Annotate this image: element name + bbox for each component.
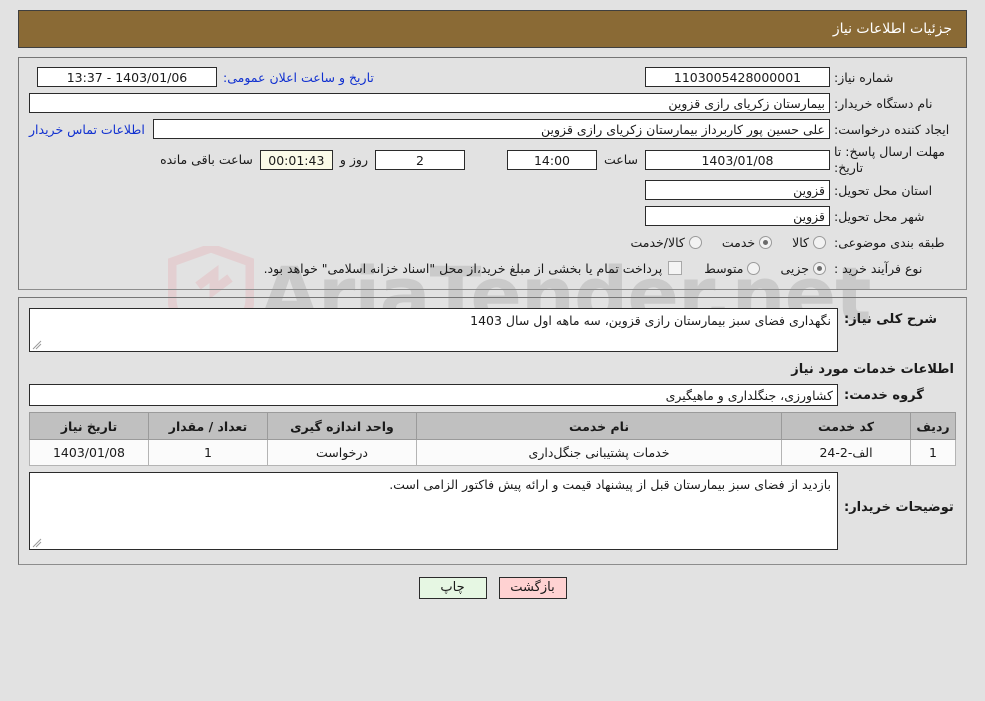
row-process-type: نوع فرآیند خرید : جزیی متوسط پرداخت تمام…	[29, 257, 956, 279]
creator-label: ایجاد کننده درخواست:	[834, 121, 950, 137]
back-button[interactable]: بازگشت	[498, 577, 567, 600]
announce-datetime-field[interactable]: 1403/01/06 - 13:37	[37, 67, 217, 87]
service-group-field[interactable]: کشاورزی، جنگلداری و ماهیگیری	[29, 384, 838, 407]
col-index: ردیف	[910, 412, 956, 441]
province-label: استان محل تحویل:	[834, 182, 933, 198]
row-service-group: گروه خدمت: کشاورزی، جنگلداری و ماهیگیری	[29, 384, 956, 407]
row-buyer-notes: توضیحات خریدار: بازدید از فضای سبز بیمار…	[29, 472, 956, 551]
row-category: طبقه بندی موضوعی: کالا خدمت کالا/خدمت	[29, 231, 956, 253]
radio-process-1-label: متوسط	[704, 260, 744, 276]
buyer-notes-textarea[interactable]: بازدید از فضای سبز بیمارستان قبل از پیشن…	[29, 472, 838, 551]
row-deadline: مهلت ارسال پاسخ: تا تاریخ: 1403/01/08 سا…	[29, 144, 956, 175]
treasury-docs-checkbox[interactable]	[668, 261, 683, 276]
col-unit: واحد اندازه گیری	[267, 412, 417, 441]
radio-category-2[interactable]	[688, 235, 702, 249]
radio-process-0[interactable]	[813, 261, 826, 275]
need-number-field[interactable]: 1103005428000001	[645, 67, 830, 87]
announce-datetime-label: تاریخ و ساعت اعلان عمومی:	[223, 69, 374, 85]
details-panel: شرح کلی نیاز: نگهداری فضای سبز بیمارستان…	[18, 297, 967, 566]
buyer-notes-value: بازدید از فضای سبز بیمارستان قبل از پیشن…	[389, 477, 831, 493]
cell-code: الف-2-24	[781, 439, 911, 467]
page-header: جزئیات اطلاعات نیاز	[18, 10, 967, 48]
days-label: روز و	[339, 152, 368, 168]
action-buttons: بازگشت چاپ	[18, 577, 967, 600]
table-row: 1 الف-2-24 خدمات پشتیبانی جنگل‌داری درخو…	[29, 439, 956, 467]
need-number-label: شماره نیاز:	[834, 69, 894, 85]
services-section-title: اطلاعات خدمات مورد نیاز	[791, 362, 954, 378]
radio-category-0[interactable]	[813, 235, 826, 249]
buyer-org-label: نام دستگاه خریدار:	[834, 95, 933, 111]
treasury-docs-label: پرداخت تمام یا بخشی از مبلغ خرید،از محل …	[263, 260, 663, 276]
process-radio-group: جزیی متوسط	[688, 261, 830, 276]
need-info-panel: شماره نیاز: 1103005428000001 تاریخ و ساع…	[18, 57, 967, 291]
general-desc-textarea[interactable]: نگهداری فضای سبز بیمارستان رازی قزوین، س…	[29, 308, 838, 353]
col-date: تاریخ نیاز	[29, 412, 149, 441]
radio-category-1[interactable]	[759, 235, 773, 249]
radio-category-2-label: کالا/خدمت	[630, 234, 685, 250]
city-label: شهر محل تحویل:	[834, 208, 925, 224]
countdown-timer: 00:01:43	[259, 149, 333, 170]
row-general-desc: شرح کلی نیاز: نگهداری فضای سبز بیمارستان…	[29, 308, 956, 353]
category-radio-group: کالا خدمت کالا/خدمت	[614, 235, 830, 250]
radio-process-1[interactable]	[747, 261, 761, 275]
process-label: نوع فرآیند خرید :	[834, 260, 923, 276]
row-need-number: شماره نیاز: 1103005428000001 تاریخ و ساع…	[29, 66, 956, 88]
remaining-days-field: 2	[374, 149, 465, 170]
creator-field[interactable]: علی حسین پور کاربرداز بیمارستان زکریای ر…	[152, 119, 830, 139]
row-province: استان محل تحویل: قزوین	[29, 179, 956, 201]
radio-process-0-label: جزیی	[780, 260, 809, 276]
items-table: ردیف کد خدمت نام خدمت واحد اندازه گیری ت…	[29, 412, 956, 467]
resize-grip-icon-2[interactable]	[32, 538, 42, 548]
deadline-hour-field[interactable]: 14:00	[506, 149, 597, 170]
row-buyer-org: نام دستگاه خریدار: بیمارستان زکریای رازی…	[29, 92, 956, 114]
province-field[interactable]: قزوین	[645, 180, 830, 201]
general-desc-value: نگهداری فضای سبز بیمارستان رازی قزوین، س…	[470, 313, 831, 329]
category-label: طبقه بندی موضوعی:	[834, 234, 945, 250]
general-desc-label: شرح کلی نیاز:	[844, 312, 938, 328]
cell-index: 1	[910, 439, 956, 467]
col-code: کد خدمت	[781, 412, 911, 441]
col-name: نام خدمت	[416, 412, 782, 441]
cell-name: خدمات پشتیبانی جنگل‌داری	[416, 439, 782, 467]
remaining-label: ساعت باقی مانده	[160, 152, 253, 168]
page-title: جزئیات اطلاعات نیاز	[832, 21, 952, 37]
city-field[interactable]: قزوین	[645, 206, 830, 227]
print-button[interactable]: چاپ	[418, 577, 487, 600]
radio-category-1-label: خدمت	[721, 234, 756, 250]
row-creator: ایجاد کننده درخواست: علی حسین پور کاربرد…	[29, 118, 956, 140]
buyer-contact-link[interactable]: اطلاعات تماس خریدار	[29, 122, 153, 137]
resize-grip-icon[interactable]	[32, 340, 42, 350]
page-root: AriaTender.net جزئیات اطلاعات نیاز شماره…	[0, 10, 985, 701]
cell-unit: درخواست	[267, 439, 417, 467]
table-header-row: ردیف کد خدمت نام خدمت واحد اندازه گیری ت…	[29, 412, 956, 441]
col-qty: تعداد / مقدار	[148, 412, 268, 441]
radio-category-0-label: کالا	[792, 234, 809, 250]
hour-label: ساعت	[603, 152, 638, 168]
buyer-notes-label: توضیحات خریدار:	[844, 500, 954, 516]
cell-qty: 1	[148, 439, 268, 467]
deadline-label: مهلت ارسال پاسخ: تا تاریخ:	[834, 144, 945, 175]
buyer-org-field[interactable]: بیمارستان زکریای رازی قزوین	[29, 93, 830, 113]
service-group-label: گروه خدمت:	[844, 387, 924, 403]
cell-date: 1403/01/08	[29, 439, 149, 467]
deadline-date-field[interactable]: 1403/01/08	[645, 149, 830, 170]
row-city: شهر محل تحویل: قزوین	[29, 205, 956, 227]
